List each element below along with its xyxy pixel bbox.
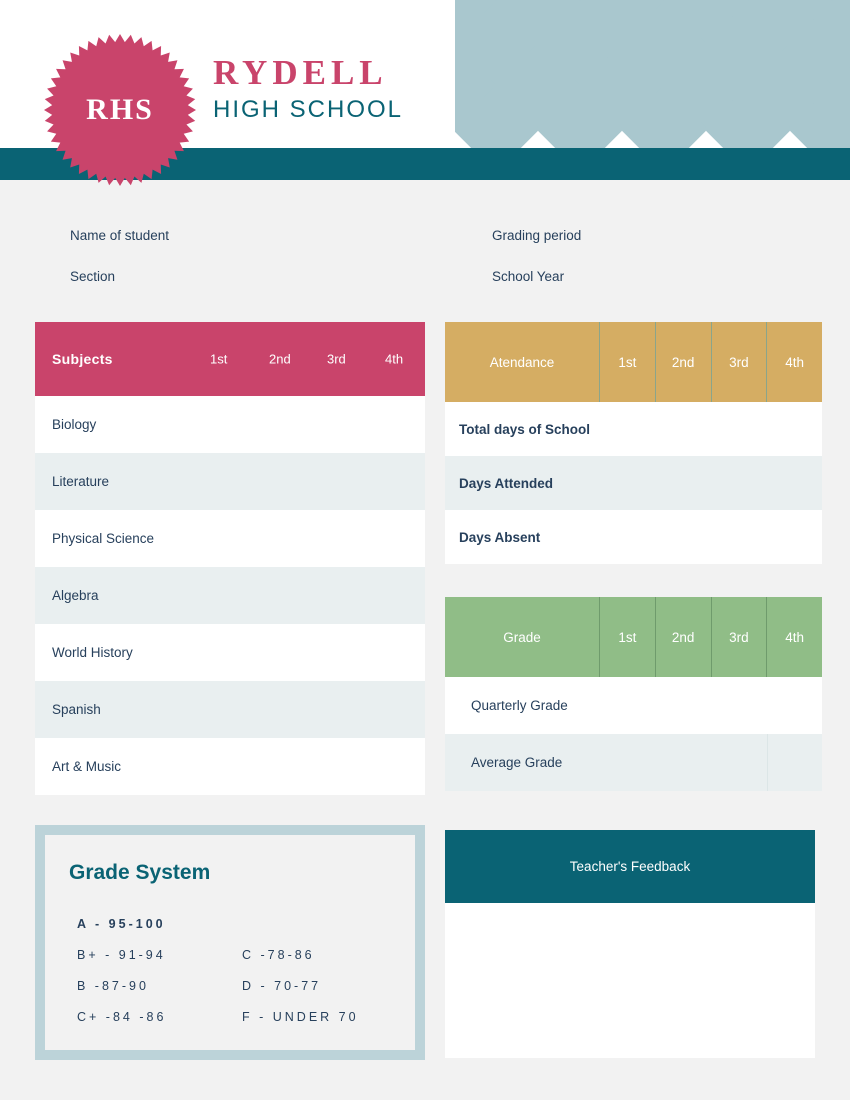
attendance-label: Total days of School <box>459 421 591 437</box>
subject-label: Biology <box>52 417 97 432</box>
grade-col-2nd: 2nd <box>656 597 712 677</box>
table-row[interactable]: Total days of School <box>445 402 822 456</box>
label-section: Section <box>70 269 116 284</box>
school-seal: RHS <box>44 34 196 186</box>
label-grading-period: Grading period <box>492 228 582 243</box>
attendance-label: Days Absent <box>459 529 541 545</box>
school-name: RYDELL <box>213 53 388 92</box>
grade-scale-entry: C -78-86 <box>242 948 315 962</box>
subjects-table-header: Subjects 1st 2nd 3rd 4th <box>35 322 425 396</box>
attendance-header-label: Atendance <box>445 322 600 402</box>
student-info-fields: Name of student Section Grading period S… <box>0 212 850 302</box>
teacher-feedback-title: Teacher's Feedback <box>445 830 815 903</box>
teacher-feedback-input[interactable] <box>445 903 815 1058</box>
attendance-col-2nd: 2nd <box>656 322 712 402</box>
subjects-col-4th: 4th <box>385 351 404 367</box>
attendance-col-3rd: 3rd <box>712 322 768 402</box>
grade-table: Grade 1st 2nd 3rd 4th Quarterly Grade Av… <box>445 597 822 791</box>
table-row[interactable]: Literature <box>35 453 425 510</box>
table-row[interactable]: Algebra <box>35 567 425 624</box>
subjects-table: Subjects 1st 2nd 3rd 4th Biology Literat… <box>35 322 425 795</box>
table-row[interactable]: Spanish <box>35 681 425 738</box>
attendance-table-header: Atendance 1st 2nd 3rd 4th <box>445 322 822 402</box>
attendance-label: Days Attended <box>459 475 554 491</box>
subject-label: World History <box>52 645 133 660</box>
school-subtitle: HIGH SCHOOL <box>213 96 404 123</box>
school-brand: RYDELL HIGH SCHOOL <box>213 52 403 126</box>
grade-scale-entry: B -87-90 <box>77 979 149 993</box>
subjects-col-3rd: 3rd <box>327 351 346 367</box>
grade-system-list: A - 95-100 B+ - 91-94 C -78-86 B -87-90 … <box>77 917 407 1041</box>
grade-scale-entry: D - 70-77 <box>242 979 322 993</box>
grade-row-label: Quarterly Grade <box>471 698 568 713</box>
grade-table-header: Grade 1st 2nd 3rd 4th <box>445 597 822 677</box>
grade-scale-entry: A - 95-100 <box>77 917 166 931</box>
table-row[interactable]: World History <box>35 624 425 681</box>
grade-col-1st: 1st <box>600 597 656 677</box>
table-row[interactable]: Physical Science <box>35 510 425 567</box>
seal-initials: RHS <box>86 93 154 126</box>
table-row[interactable]: Art & Music <box>35 738 425 795</box>
grade-system-panel: Grade System A - 95-100 B+ - 91-94 C -78… <box>35 825 425 1060</box>
label-name-of-student: Name of student <box>70 228 170 243</box>
subject-label: Algebra <box>52 588 99 603</box>
subjects-col-2nd: 2nd <box>269 351 291 367</box>
attendance-col-1st: 1st <box>600 322 656 402</box>
teacher-feedback-panel: Teacher's Feedback <box>445 830 815 1058</box>
list-item: B -87-90 D - 70-77 <box>77 979 407 1010</box>
grade-scale-entry: B+ - 91-94 <box>77 948 166 962</box>
grade-row-label: Average Grade <box>471 755 563 770</box>
list-item: B+ - 91-94 C -78-86 <box>77 948 407 979</box>
report-card-page: RHS RYDELL HIGH SCHOOL Name of student S… <box>0 0 850 1100</box>
grade-col-3rd: 3rd <box>712 597 768 677</box>
average-grade-cell-divider <box>767 734 768 791</box>
grade-scale-entry: C+ -84 -86 <box>77 1010 167 1024</box>
grade-header-label: Grade <box>445 597 600 677</box>
subject-label: Spanish <box>52 702 101 717</box>
subjects-col-1st: 1st <box>210 351 228 367</box>
table-row[interactable]: Biology <box>35 396 425 453</box>
label-school-year: School Year <box>492 269 565 284</box>
list-item: C+ -84 -86 F - UNDER 70 <box>77 1010 407 1041</box>
subject-label: Art & Music <box>52 759 122 774</box>
grade-system-title: Grade System <box>69 861 211 884</box>
diamond-pattern-decoration <box>455 0 850 150</box>
table-row[interactable]: Quarterly Grade <box>445 677 822 734</box>
grade-scale-entry: F - UNDER 70 <box>242 1010 359 1024</box>
grade-col-4th: 4th <box>785 629 805 645</box>
table-row[interactable]: Days Attended <box>445 456 822 510</box>
grade-system-inner: Grade System A - 95-100 B+ - 91-94 C -78… <box>45 835 415 1050</box>
subjects-header-label: Subjects <box>52 351 113 367</box>
table-row[interactable]: Days Absent <box>445 510 822 564</box>
table-row[interactable]: Average Grade <box>445 734 822 791</box>
attendance-table: Atendance 1st 2nd 3rd 4th Total days of … <box>445 322 822 564</box>
subject-label: Literature <box>52 474 110 489</box>
subject-label: Physical Science <box>52 531 155 546</box>
attendance-col-4th: 4th <box>785 354 805 370</box>
list-item: A - 95-100 <box>77 917 407 948</box>
